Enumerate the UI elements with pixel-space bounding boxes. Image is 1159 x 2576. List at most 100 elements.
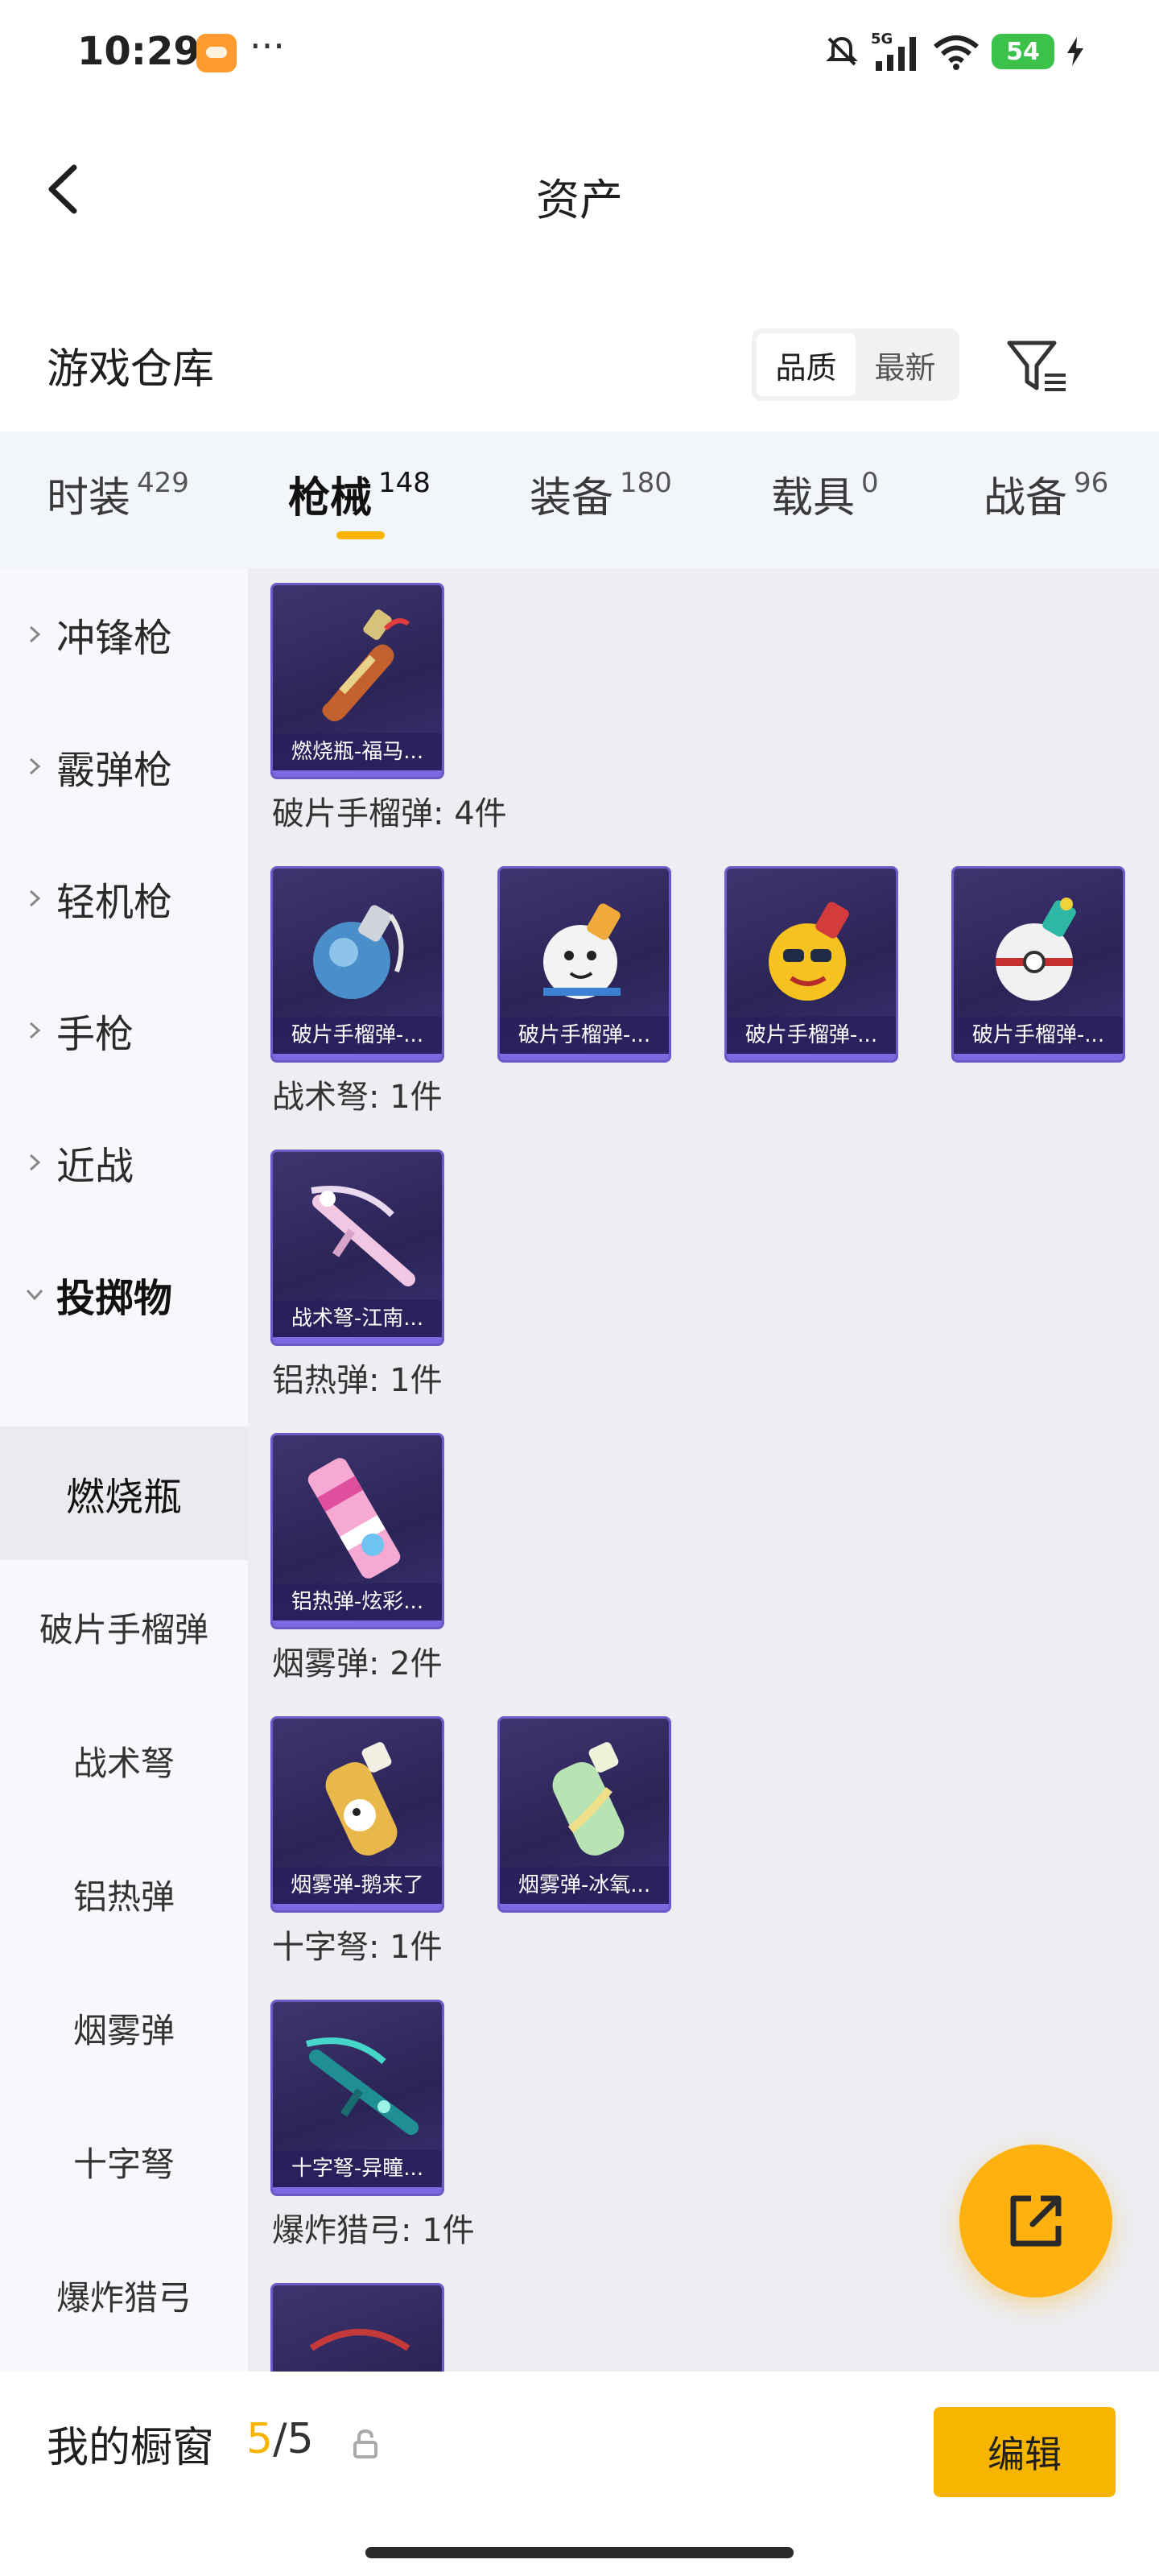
- showcase-label: 我的橱窗: [47, 2424, 215, 2472]
- item-card[interactable]: 十字弩-异瞳...: [270, 2000, 444, 2196]
- sidebar-subitem-smoke-grenade[interactable]: 烟雾弹: [0, 1961, 248, 2095]
- item-card-label: 烟雾弹-冰氧...: [500, 1867, 669, 1904]
- share-fab-button[interactable]: [959, 2145, 1112, 2297]
- item-card-label: 十字弩-异瞳...: [273, 2150, 442, 2187]
- group-title: 烟雾弹: 2件: [272, 1645, 443, 1682]
- tab-label: 时装: [47, 474, 131, 522]
- sidebar-item-label: 霰弹枪: [56, 748, 173, 793]
- sidebar-item-pistol[interactable]: 手枪: [0, 966, 248, 1095]
- sidebar-subitem-crossbow[interactable]: 十字弩: [0, 2095, 248, 2228]
- sidebar-subitem-tactical-crossbow[interactable]: 战术弩: [0, 1694, 248, 1827]
- app-header: 资产: [0, 129, 1159, 250]
- chevron-right-icon: [29, 1154, 41, 1171]
- item-card[interactable]: 破片手榴弹-...: [724, 866, 898, 1063]
- group-title: 战术弩: 1件: [272, 1079, 443, 1116]
- item-card[interactable]: 战术弩-江南...: [270, 1150, 444, 1346]
- chevron-right-icon: [29, 625, 41, 643]
- tab-label: 装备: [530, 474, 614, 522]
- item-card-label: 燃烧瓶-福马...: [273, 733, 442, 770]
- weapon-type-sidebar: 冲锋枪 霰弹枪 轻机枪 手枪 近战 投掷物 燃烧瓶 破片手榴弹 战术弩 铝热弹 …: [0, 568, 248, 2372]
- sidebar-item-lmg[interactable]: 轻机枪: [0, 834, 248, 963]
- chevron-right-icon: [29, 1022, 41, 1039]
- item-card[interactable]: 破片手榴弹-...: [270, 866, 444, 1063]
- sidebar-item-shotgun[interactable]: 霰弹枪: [0, 702, 248, 831]
- page-title: 资产: [536, 175, 623, 225]
- tab-fashion[interactable]: 时装 429: [47, 464, 189, 524]
- app-notification-icon: [196, 34, 237, 72]
- item-card-label: 铝热弹-炫彩...: [273, 1583, 442, 1620]
- more-notifications-icon: ···: [250, 24, 285, 68]
- mute-icon: [826, 36, 858, 66]
- molotov-icon: [322, 609, 410, 721]
- tab-count: 148: [378, 467, 431, 499]
- tab-count: 429: [137, 467, 189, 499]
- item-grid: 燃烧瓶-福马... 破片手榴弹: 4件 破片手榴弹-... 破片手榴弹-...: [248, 568, 1159, 2372]
- sidebar-item-label: 近战: [56, 1144, 134, 1189]
- sort-quality-button[interactable]: 品质: [757, 333, 856, 396]
- chevron-right-icon: [29, 758, 41, 775]
- showcase-current: 5: [246, 2415, 274, 2463]
- sort-newest-button[interactable]: 最新: [856, 333, 955, 396]
- tab-label: 战备: [984, 474, 1068, 522]
- share-icon: [1010, 2195, 1062, 2247]
- item-card[interactable]: 破片手榴弹-...: [497, 866, 671, 1063]
- tab-gear[interactable]: 战备 96: [984, 464, 1108, 524]
- showcase-max: 5: [287, 2415, 314, 2463]
- filter-icon[interactable]: [1006, 338, 1070, 394]
- sidebar-subitem-molotov[interactable]: 燃烧瓶: [0, 1426, 248, 1560]
- lock-icon: [353, 2429, 377, 2458]
- frag-grenade-icon: [313, 905, 404, 999]
- group-title: 爆炸猎弓: 1件: [272, 2212, 475, 2249]
- tactical-crossbow-icon: [311, 1186, 415, 1286]
- sidebar-subitem-explosive-bow[interactable]: 爆炸猎弓: [0, 2228, 248, 2362]
- sidebar-item-throwables[interactable]: 投掷物: [0, 1230, 248, 1359]
- emoji-grenade-icon: [769, 902, 849, 1001]
- crossbow-icon: [306, 2037, 419, 2135]
- item-card[interactable]: [270, 2283, 444, 2372]
- item-card[interactable]: 烟雾弹-鹅来了: [270, 1716, 444, 1913]
- showcase-bar: 我的橱窗 5/5 编辑: [0, 2372, 1159, 2576]
- tab-equipment[interactable]: 装备 180: [530, 464, 672, 524]
- svg-text:5G: 5G: [871, 31, 893, 47]
- tab-firearms[interactable]: 枪械 148: [288, 464, 431, 524]
- ball-grenade-icon: [996, 898, 1076, 1001]
- status-time: 10:29: [77, 29, 200, 74]
- signal-icon: 5G: [871, 31, 916, 71]
- warehouse-header: 游戏仓库 品质 最新: [0, 306, 1159, 419]
- charging-icon: [1067, 37, 1083, 66]
- tab-label: 载具: [771, 474, 856, 522]
- sidebar-subitem-frag-grenade[interactable]: 破片手榴弹: [0, 1560, 248, 1694]
- tab-count: 96: [1074, 467, 1109, 499]
- wifi-icon: [934, 35, 979, 70]
- category-tabs: 时装 429 枪械 148 装备 180 载具 0 战备 96: [0, 431, 1159, 568]
- edit-button[interactable]: 编辑: [934, 2407, 1116, 2497]
- sidebar-item-melee[interactable]: 近战: [0, 1098, 248, 1227]
- item-card-label: 战术弩-江南...: [273, 1300, 442, 1337]
- tab-count: 0: [861, 467, 879, 499]
- item-card-label: 破片手榴弹-...: [273, 1017, 442, 1054]
- chevron-down-icon: [26, 1289, 43, 1301]
- sort-toggle: 品质 最新: [752, 328, 959, 401]
- tab-label: 枪械: [288, 474, 373, 522]
- home-indicator[interactable]: [365, 2547, 794, 2558]
- tab-count: 180: [620, 467, 672, 499]
- sidebar-item-smg[interactable]: 冲锋枪: [0, 570, 248, 699]
- group-title: 铝热弹: 1件: [272, 1362, 443, 1399]
- active-tab-indicator: [336, 531, 385, 539]
- warehouse-title: 游戏仓库: [47, 345, 215, 394]
- thermite-icon: [307, 1458, 401, 1579]
- status-icons: 5G 54: [824, 27, 1085, 76]
- tab-vehicles[interactable]: 载具 0: [771, 464, 879, 524]
- item-card[interactable]: 铝热弹-炫彩...: [270, 1433, 444, 1629]
- item-card[interactable]: 燃烧瓶-福马...: [270, 583, 444, 779]
- battery-indicator: 54: [992, 34, 1054, 69]
- status-bar: 10:29 ··· 5G 54: [0, 0, 1159, 105]
- showcase-count: 5/5: [246, 2415, 314, 2463]
- sidebar-item-label: 轻机枪: [56, 880, 173, 925]
- item-card-label: 破片手榴弹-...: [727, 1017, 896, 1054]
- sidebar-subitem-thermite[interactable]: 铝热弹: [0, 1827, 248, 1961]
- sidebar-item-label: 冲锋枪: [56, 616, 173, 661]
- item-card-label: 破片手榴弹-...: [500, 1017, 669, 1054]
- item-card[interactable]: 破片手榴弹-...: [951, 866, 1125, 1063]
- item-card[interactable]: 烟雾弹-冰氧...: [497, 1716, 671, 1913]
